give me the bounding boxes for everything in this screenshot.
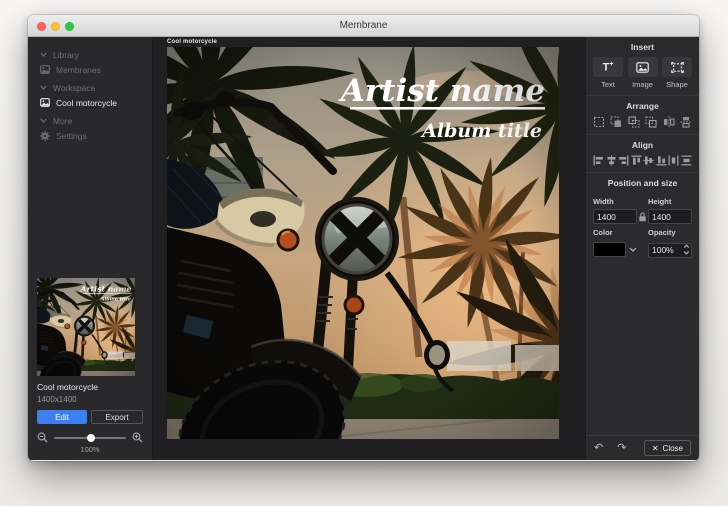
sidebar-item-label: Settings xyxy=(56,131,87,141)
arrange-section: Arrange xyxy=(586,95,699,134)
artwork-preview-panel: Cool motorcycle 1400x1400 Edit Export 10… xyxy=(28,269,152,460)
export-button[interactable]: Export xyxy=(91,410,143,424)
align-center-vertical-icon[interactable] xyxy=(643,155,654,166)
sidebar-item-label: Workspace xyxy=(53,83,95,93)
position-size-section: Position and size Width Height Color Opa… xyxy=(586,172,699,264)
sidebar-nav: Library Membranes Workspace Cool motorcy… xyxy=(28,37,152,143)
redo-icon[interactable]: ↷ xyxy=(617,443,626,454)
sidebar-item-cool-motorcycle[interactable]: Cool motorcycle xyxy=(28,95,152,110)
align-left-icon[interactable] xyxy=(593,155,604,166)
inspector-footer: ↶ ↷ ✕ Close xyxy=(586,435,699,460)
insert-image-button[interactable]: Image xyxy=(628,57,658,89)
insert-text-label: Text xyxy=(601,80,615,89)
sidebar-group-more[interactable]: More xyxy=(28,113,152,128)
title-bar: Membrane xyxy=(28,15,699,37)
artwork-thumbnail-image xyxy=(37,278,135,376)
align-bottom-icon[interactable] xyxy=(656,155,667,166)
edit-button[interactable]: Edit xyxy=(37,410,87,424)
bring-to-front-icon[interactable] xyxy=(610,116,622,128)
text-icon: T+ xyxy=(593,57,623,77)
close-button-label: Close xyxy=(663,444,683,453)
sidebar: Library Membranes Workspace Cool motorcy… xyxy=(28,37,153,460)
color-label: Color xyxy=(593,228,637,237)
undo-icon[interactable]: ↶ xyxy=(594,443,603,454)
canvas-title-label: Cool motorcycle xyxy=(167,39,217,45)
sidebar-item-label: Cool motorcycle xyxy=(56,98,117,108)
window-title: Membrane xyxy=(340,20,388,31)
traffic-lights[interactable] xyxy=(37,22,74,31)
artwork-dimensions: 1400x1400 xyxy=(37,395,143,404)
lock-icon[interactable] xyxy=(638,212,647,222)
arrange-section-title: Arrange xyxy=(593,101,692,111)
align-section: Align xyxy=(586,134,699,172)
insert-section-title: Insert xyxy=(593,42,692,52)
shape-icon xyxy=(662,57,692,77)
sidebar-item-label: More xyxy=(53,116,72,126)
color-picker[interactable] xyxy=(593,242,637,257)
color-swatch[interactable] xyxy=(593,242,626,257)
flip-vertical-icon[interactable] xyxy=(680,116,692,128)
artwork-title: Cool motorcycle xyxy=(37,382,143,392)
insert-shape-label: Shape xyxy=(666,80,688,89)
align-section-title: Align xyxy=(593,140,692,150)
close-window-button[interactable] xyxy=(37,22,46,31)
zoom-out-icon[interactable] xyxy=(37,432,48,443)
insert-section: Insert T+ Text Image xyxy=(586,37,699,95)
stepper-icon[interactable] xyxy=(683,242,690,260)
app-window: Membrane Library Membranes Workspace xyxy=(28,15,699,461)
zoom-window-button[interactable] xyxy=(65,22,74,31)
sidebar-item-membranes[interactable]: Membranes xyxy=(28,62,152,77)
zoom-slider-thumb[interactable] xyxy=(87,434,95,442)
chevron-down-icon xyxy=(40,52,47,57)
align-center-horizontal-icon[interactable] xyxy=(606,155,617,166)
height-input[interactable] xyxy=(648,209,692,224)
minimize-window-button[interactable] xyxy=(51,22,60,31)
chevron-down-icon xyxy=(40,85,47,90)
insert-image-label: Image xyxy=(632,80,653,89)
gear-icon xyxy=(40,131,50,141)
height-label: Height xyxy=(648,197,692,206)
artwork-thumbnail[interactable] xyxy=(37,278,135,376)
distribute-horizontal-icon[interactable] xyxy=(668,155,679,166)
chevron-down-icon xyxy=(40,118,47,123)
align-top-icon[interactable] xyxy=(631,155,642,166)
send-backward-icon[interactable] xyxy=(628,116,640,128)
sidebar-group-workspace[interactable]: Workspace xyxy=(28,80,152,95)
zoom-slider[interactable] xyxy=(54,434,126,442)
close-button[interactable]: ✕ Close xyxy=(644,440,691,456)
close-icon: ✕ xyxy=(652,444,659,453)
canvas-area: Cool motorcycle xyxy=(153,37,585,460)
sidebar-item-label: Library xyxy=(53,50,79,60)
send-to-back-icon[interactable] xyxy=(593,116,605,128)
width-label: Width xyxy=(593,197,637,206)
flip-horizontal-icon[interactable] xyxy=(663,116,675,128)
opacity-control[interactable] xyxy=(648,240,692,258)
zoom-in-icon[interactable] xyxy=(132,432,143,443)
image-icon xyxy=(628,57,658,77)
insert-shape-button[interactable]: Shape xyxy=(662,57,692,89)
image-icon xyxy=(40,98,50,107)
sidebar-item-label: Membranes xyxy=(56,65,101,75)
chevron-down-icon xyxy=(629,247,637,252)
width-input[interactable] xyxy=(593,209,637,224)
insert-text-button[interactable]: T+ Text xyxy=(593,57,623,89)
distribute-vertical-icon[interactable] xyxy=(681,155,692,166)
opacity-label: Opacity xyxy=(648,228,692,237)
sidebar-item-settings[interactable]: Settings xyxy=(28,128,152,143)
align-right-icon[interactable] xyxy=(618,155,629,166)
image-icon xyxy=(40,65,50,74)
album-cover-image xyxy=(167,47,559,439)
position-size-title: Position and size xyxy=(593,178,692,188)
zoom-percentage: 100% xyxy=(37,445,143,454)
sidebar-group-library[interactable]: Library xyxy=(28,47,152,62)
inspector-panel: Insert T+ Text Image xyxy=(585,37,699,460)
bring-forward-icon[interactable] xyxy=(645,116,657,128)
album-cover-canvas[interactable] xyxy=(167,47,559,439)
